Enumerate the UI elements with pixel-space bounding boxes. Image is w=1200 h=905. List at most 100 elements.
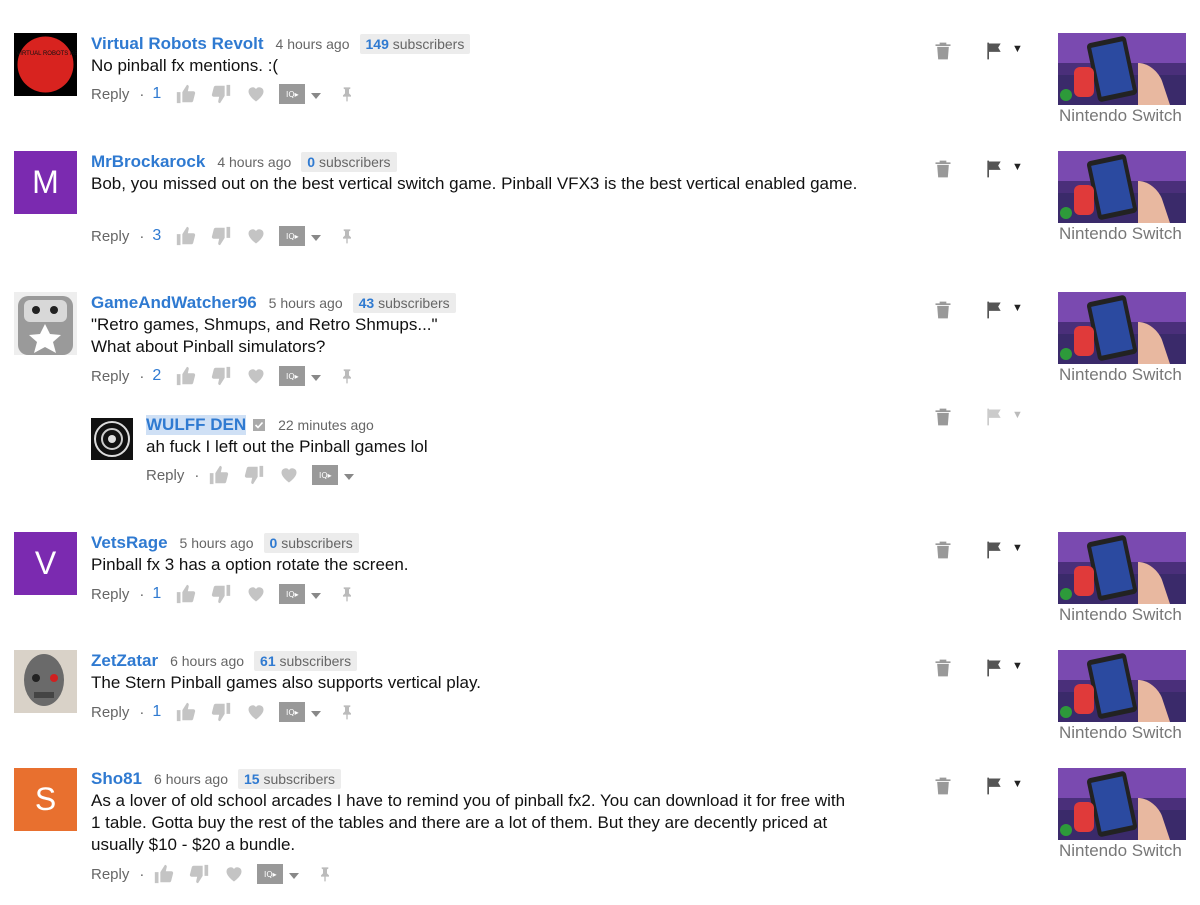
timestamp[interactable]: 4 hours ago <box>276 36 350 52</box>
pin-icon[interactable] <box>335 583 359 605</box>
author-name[interactable]: MrBrockarock <box>91 152 205 172</box>
video-title[interactable]: Nintendo Switch <box>1059 723 1189 743</box>
timestamp[interactable]: 22 minutes ago <box>278 417 374 433</box>
pin-icon[interactable] <box>335 701 359 723</box>
flag-icon[interactable] <box>984 776 1004 801</box>
flag-icon[interactable] <box>984 159 1004 184</box>
flag-menu-caret[interactable]: ▼ <box>1012 409 1023 421</box>
flag-icon[interactable] <box>984 41 1004 66</box>
video-thumbnail[interactable] <box>1058 532 1186 604</box>
heart-icon[interactable] <box>222 863 246 885</box>
avatar[interactable] <box>91 418 133 460</box>
trash-icon[interactable] <box>933 158 953 185</box>
thumbs-down-icon[interactable] <box>242 464 266 486</box>
thumbs-down-icon[interactable] <box>209 583 233 605</box>
reply-button[interactable]: Reply <box>91 866 129 883</box>
heart-icon[interactable] <box>277 464 301 486</box>
video-thumbnail[interactable] <box>1058 151 1186 223</box>
chevron-down-icon[interactable] <box>311 704 322 721</box>
avatar[interactable] <box>14 650 77 713</box>
timestamp[interactable]: 4 hours ago <box>217 154 291 170</box>
avatar[interactable]: V <box>14 532 77 595</box>
iq-badge-icon[interactable]: IQ▸ <box>312 465 339 485</box>
thumbs-up-icon[interactable] <box>174 225 198 247</box>
flag-menu-caret[interactable]: ▼ <box>1012 542 1023 554</box>
trash-icon[interactable] <box>933 657 953 684</box>
heart-icon[interactable] <box>244 83 268 105</box>
reply-button[interactable]: Reply <box>91 228 129 245</box>
chevron-down-icon[interactable] <box>311 86 322 103</box>
thumbs-down-icon[interactable] <box>209 225 233 247</box>
author-name[interactable]: GameAndWatcher96 <box>91 293 257 313</box>
flag-icon[interactable] <box>984 407 1004 432</box>
thumbs-down-icon[interactable] <box>209 365 233 387</box>
thumbs-up-icon[interactable] <box>174 583 198 605</box>
flag-icon[interactable] <box>984 658 1004 683</box>
video-thumbnail[interactable] <box>1058 33 1186 105</box>
pin-icon[interactable] <box>313 863 337 885</box>
pin-icon[interactable] <box>335 225 359 247</box>
thumbs-up-icon[interactable] <box>207 464 231 486</box>
heart-icon[interactable] <box>244 701 268 723</box>
trash-icon[interactable] <box>933 539 953 566</box>
timestamp[interactable]: 5 hours ago <box>180 535 254 551</box>
flag-menu-caret[interactable]: ▼ <box>1012 778 1023 790</box>
chevron-down-icon[interactable] <box>289 866 300 883</box>
thumbs-down-icon[interactable] <box>187 863 211 885</box>
reply-button[interactable]: Reply <box>91 586 129 603</box>
iq-badge-icon[interactable]: IQ▸ <box>279 584 306 604</box>
author-name[interactable]: Virtual Robots Revolt <box>91 34 264 54</box>
flag-menu-caret[interactable]: ▼ <box>1012 161 1023 173</box>
reply-button[interactable]: Reply <box>91 704 129 721</box>
video-title[interactable]: Nintendo Switch <box>1059 605 1189 625</box>
pin-icon[interactable] <box>335 365 359 387</box>
chevron-down-icon[interactable] <box>311 368 322 385</box>
chevron-down-icon[interactable] <box>344 467 355 484</box>
heart-icon[interactable] <box>244 365 268 387</box>
avatar[interactable]: V.R.R. VIRTUAL ROBOTS REVOLT <box>14 33 77 96</box>
heart-icon[interactable] <box>244 225 268 247</box>
iq-badge-icon[interactable]: IQ▸ <box>279 702 306 722</box>
iq-badge-icon[interactable]: IQ▸ <box>279 84 306 104</box>
heart-icon[interactable] <box>244 583 268 605</box>
trash-icon[interactable] <box>933 40 953 67</box>
thumbs-up-icon[interactable] <box>174 365 198 387</box>
timestamp[interactable]: 6 hours ago <box>154 771 228 787</box>
trash-icon[interactable] <box>933 406 953 433</box>
video-thumbnail[interactable] <box>1058 292 1186 364</box>
thumbs-up-icon[interactable] <box>152 863 176 885</box>
flag-icon[interactable] <box>984 540 1004 565</box>
trash-icon[interactable] <box>933 775 953 802</box>
video-title[interactable]: Nintendo Switch <box>1059 365 1189 385</box>
avatar[interactable]: M <box>14 151 77 214</box>
video-title[interactable]: Nintendo Switch <box>1059 841 1189 861</box>
thumbs-down-icon[interactable] <box>209 83 233 105</box>
chevron-down-icon[interactable] <box>311 228 322 245</box>
trash-icon[interactable] <box>933 299 953 326</box>
avatar[interactable] <box>14 292 77 355</box>
video-title[interactable]: Nintendo Switch <box>1059 106 1189 126</box>
iq-badge-icon[interactable]: IQ▸ <box>279 226 306 246</box>
avatar[interactable]: S <box>14 768 77 831</box>
pin-icon[interactable] <box>335 83 359 105</box>
author-name[interactable]: ZetZatar <box>91 651 158 671</box>
chevron-down-icon[interactable] <box>311 586 322 603</box>
reply-button[interactable]: Reply <box>91 86 129 103</box>
thumbs-up-icon[interactable] <box>174 83 198 105</box>
author-name[interactable]: Sho81 <box>91 769 142 789</box>
iq-badge-icon[interactable]: IQ▸ <box>279 366 306 386</box>
author-name[interactable]: VetsRage <box>91 533 168 553</box>
reply-button[interactable]: Reply <box>146 467 184 484</box>
flag-menu-caret[interactable]: ▼ <box>1012 43 1023 55</box>
thumbs-up-icon[interactable] <box>174 701 198 723</box>
reply-button[interactable]: Reply <box>91 368 129 385</box>
video-title[interactable]: Nintendo Switch <box>1059 224 1189 244</box>
author-name[interactable]: WULFF DEN <box>146 415 247 435</box>
iq-badge-icon[interactable]: IQ▸ <box>257 864 284 884</box>
flag-menu-caret[interactable]: ▼ <box>1012 660 1023 672</box>
thumbs-down-icon[interactable] <box>209 701 233 723</box>
timestamp[interactable]: 6 hours ago <box>170 653 244 669</box>
flag-menu-caret[interactable]: ▼ <box>1012 302 1023 314</box>
timestamp[interactable]: 5 hours ago <box>269 295 343 311</box>
flag-icon[interactable] <box>984 300 1004 325</box>
